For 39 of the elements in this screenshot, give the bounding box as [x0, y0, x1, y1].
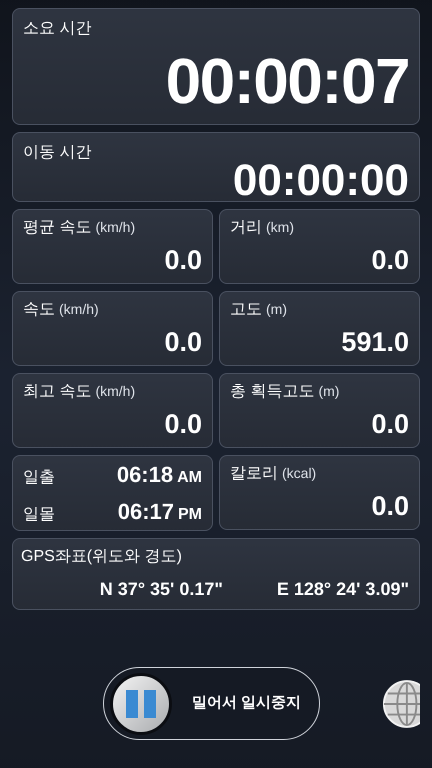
moving-time-label: 이동 시간 [23, 143, 92, 163]
pause-icon [126, 690, 156, 718]
sun-label: 일출 [23, 468, 55, 488]
stat-label: 고도 [230, 300, 262, 320]
stat-label: 총 획득고도 [230, 382, 314, 402]
elapsed-time-value: 00:00:07 [166, 49, 409, 113]
stat-unit: (km/h) [95, 382, 136, 401]
stat-unit: (m) [318, 382, 340, 401]
stat-value: 0.0 [371, 493, 409, 520]
gps-label: GPS좌표(위도와 경도) [21, 547, 183, 567]
sun-period: PM [178, 505, 202, 525]
sun-time: 06:18 [116, 461, 174, 489]
stat-label: 속도 [23, 300, 55, 320]
latitude-value: N 37° 35' 0.17" [100, 578, 223, 601]
stat-unit: (km/h) [59, 300, 99, 319]
stat-label: 거리 [230, 218, 262, 238]
stat-unit: (km) [266, 218, 294, 237]
stat-label: 평균 속도 [23, 218, 92, 238]
stat-value: 0.0 [164, 329, 202, 356]
elapsed-time-label: 소요 시간 [23, 19, 92, 39]
stat-unit: (km/h) [95, 218, 136, 237]
sun-label: 일몰 [23, 505, 55, 525]
longitude-value: E 128° 24' 3.09" [276, 578, 409, 601]
stat-value: 0.0 [371, 247, 409, 274]
pause-slider[interactable]: 밀어서 일시중지 [103, 667, 320, 740]
stat-label: 칼로리 [230, 464, 278, 484]
sun-period: AM [177, 468, 202, 488]
stat-value: 0.0 [164, 411, 202, 438]
globe-icon[interactable] [382, 678, 420, 728]
sun-time: 06:17 [118, 498, 174, 526]
stat-unit: (m) [266, 300, 287, 319]
moving-time-value: 00:00:00 [232, 159, 409, 203]
stat-label: 최고 속도 [23, 382, 92, 402]
slider-label: 밀어서 일시중지 [192, 693, 302, 714]
stat-unit: (kcal) [282, 464, 316, 483]
stat-value: 591.0 [341, 329, 409, 356]
stat-value: 0.0 [164, 247, 202, 274]
stat-value: 0.0 [371, 411, 409, 438]
pause-handle[interactable] [110, 672, 172, 734]
